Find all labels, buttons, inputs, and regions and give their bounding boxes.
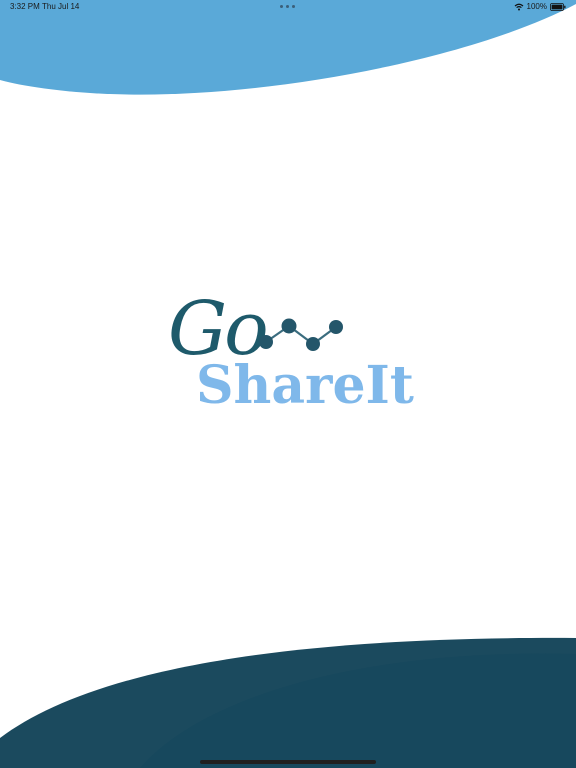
status-time: 3:32 PM xyxy=(10,2,40,11)
battery-percent: 100% xyxy=(526,2,547,11)
home-indicator[interactable] xyxy=(200,760,376,764)
status-right-group: 100% xyxy=(514,0,566,14)
molecule-icon xyxy=(259,318,343,351)
status-bar: 3:32 PM Thu Jul 14 100% xyxy=(0,0,576,14)
logo-shareit-text: ShareIt xyxy=(196,355,414,416)
top-wave-decoration xyxy=(0,0,576,95)
app-logo: Go ShareIt xyxy=(168,292,428,420)
status-date: Thu Jul 14 xyxy=(42,2,80,11)
top-wave-shape xyxy=(0,0,576,95)
wifi-icon xyxy=(514,3,524,11)
bottom-wave-decoration xyxy=(0,637,576,768)
multitasking-dots-icon[interactable] xyxy=(280,5,296,9)
battery-icon xyxy=(550,3,566,11)
